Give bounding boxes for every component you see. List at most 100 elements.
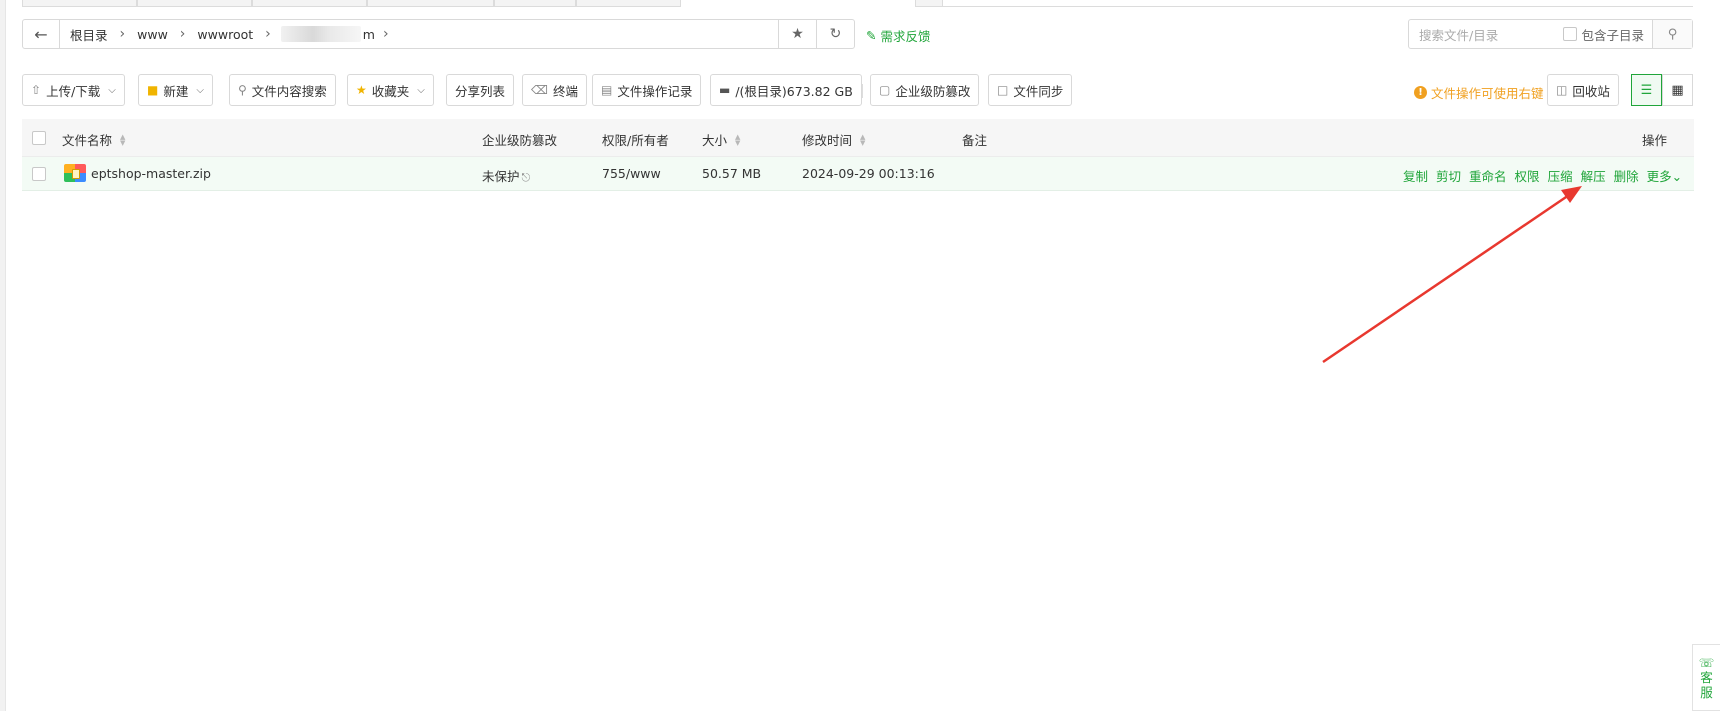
disk-icon: ▬ xyxy=(719,83,731,97)
extract-action[interactable]: 解压 xyxy=(1581,166,1606,185)
chevron-down-icon: ⌄ xyxy=(1671,169,1683,184)
favorites-label: 收藏夹 xyxy=(371,83,410,99)
headset-icon: ☏ xyxy=(1698,655,1715,670)
chevron-right-icon: › xyxy=(179,26,186,42)
recycle-bin-button[interactable]: ◫ 回收站 xyxy=(1547,74,1619,106)
file-table-header: 文件名称 ▲ ▼ 企业级防篡改 权限/所有者 大小 ▲ ▼ 修改时间 ▲ ▼ 备注 操… xyxy=(22,119,1694,157)
list-view-icon[interactable]: ☰ xyxy=(1631,74,1662,106)
share-list-button[interactable]: 分享列表 xyxy=(446,74,515,106)
select-all-checkbox[interactable] xyxy=(32,131,46,145)
terminal-button[interactable]: ⌫ 终端 xyxy=(522,74,587,106)
upload-download-button[interactable]: ⇧ 上传/下载 ⌵ xyxy=(22,74,125,106)
refresh-icon[interactable]: ↻ xyxy=(816,20,854,48)
tamper-protection-label: 企业级防篡改 xyxy=(895,83,971,99)
copy-action[interactable]: 复制 xyxy=(1403,166,1428,185)
search-icon[interactable]: ⚲ xyxy=(1652,20,1692,48)
unlock-icon: ⎋ xyxy=(521,171,531,184)
new-folder-icon: ■ xyxy=(147,83,159,97)
search-input[interactable]: 搜索文件/目录 xyxy=(1409,25,1563,44)
new-button[interactable]: ■ 新建 ⌵ xyxy=(138,74,213,106)
upload-icon: ⇧ xyxy=(31,83,42,97)
breadcrumb-item-www[interactable]: www xyxy=(133,27,172,42)
top-right-tab[interactable] xyxy=(915,0,943,7)
share-list-label: 分享列表 xyxy=(455,83,506,99)
top-tab[interactable] xyxy=(137,0,252,7)
column-size-label: 大小 xyxy=(702,133,728,148)
column-header-note: 备注 xyxy=(962,133,988,148)
zip-file-icon xyxy=(64,164,86,182)
chevron-down-icon: ⌵ xyxy=(196,84,204,96)
content-search-button[interactable]: ⚲ 文件内容搜索 xyxy=(229,74,336,106)
terminal-label: 终端 xyxy=(552,83,578,99)
sort-icon[interactable]: ▲ ▼ xyxy=(860,133,865,146)
more-label: 更多 xyxy=(1646,169,1672,184)
compress-action[interactable]: 压缩 xyxy=(1548,166,1573,185)
breadcrumb-item-root[interactable]: 根目录 xyxy=(66,25,112,44)
column-header-mtime[interactable]: 修改时间 ▲ ▼ xyxy=(802,130,865,149)
feedback-link[interactable]: ✎ 需求反馈 xyxy=(866,26,931,45)
file-permission[interactable]: 755/www xyxy=(602,166,661,181)
permission-action[interactable]: 权限 xyxy=(1515,166,1540,185)
chevron-right-icon: › xyxy=(265,26,271,42)
column-header-ops: 操作 xyxy=(1642,133,1668,148)
favorites-button[interactable]: ★ 收藏夹 ⌵ xyxy=(347,74,434,106)
redacted-folder-name[interactable] xyxy=(280,26,361,42)
search-icon: ⚲ xyxy=(238,83,247,97)
sort-icon[interactable]: ▲ ▼ xyxy=(120,133,125,146)
right-click-hint-label: 文件操作可使用右键 xyxy=(1431,86,1544,101)
file-op-log-button[interactable]: ▤ 文件操作记录 xyxy=(592,74,702,106)
sync-folder-icon: □ xyxy=(997,83,1009,97)
star-icon[interactable]: ★ xyxy=(778,20,816,48)
top-tab[interactable] xyxy=(367,0,494,7)
top-tab[interactable] xyxy=(494,0,576,7)
file-name[interactable]: eptshop-master.zip xyxy=(91,166,211,181)
column-header-permission: 权限/所有者 xyxy=(602,133,669,148)
disk-label: /(根目录)673.82 GB xyxy=(735,83,853,99)
file-mtime: 2024-09-29 00:13:16 xyxy=(802,166,935,181)
recycle-bin-label: 回收站 xyxy=(1572,83,1610,99)
right-click-hint: ! 文件操作可使用右键 xyxy=(1414,83,1544,102)
include-subdir-option[interactable]: 包含子目录 xyxy=(1563,25,1652,44)
table-row[interactable]: eptshop-master.zip 未保护 ⎋ 755/www 50.57 MB… xyxy=(22,157,1694,191)
breadcrumb-item-wwwroot[interactable]: wwwroot xyxy=(193,27,257,42)
column-header-tamper: 企业级防篡改 xyxy=(482,133,558,148)
address-bar: ← 根目录 › www › wwwroot › m › ★ ↻ xyxy=(22,19,855,49)
tamper-status[interactable]: 未保护 ⎋ xyxy=(482,166,530,185)
file-op-log-label: 文件操作记录 xyxy=(617,83,693,99)
back-arrow-icon[interactable]: ← xyxy=(23,20,60,48)
sort-icon[interactable]: ▲ ▼ xyxy=(735,133,740,146)
content-search-label: 文件内容搜索 xyxy=(251,83,327,99)
delete-action[interactable]: 删除 xyxy=(1614,166,1639,185)
top-tab[interactable] xyxy=(576,0,681,7)
trash-icon: ◫ xyxy=(1556,83,1568,97)
toolbar-divider xyxy=(862,84,863,98)
file-sync-label: 文件同步 xyxy=(1013,83,1064,99)
top-right-strip xyxy=(915,0,1693,7)
top-tab-strip xyxy=(22,0,762,7)
include-subdir-checkbox[interactable] xyxy=(1563,27,1578,41)
top-tab[interactable] xyxy=(252,0,367,7)
column-header-size[interactable]: 大小 ▲ ▼ xyxy=(702,130,740,149)
breadcrumb-item-tail[interactable]: m xyxy=(363,27,375,42)
more-action[interactable]: 更多⌄ xyxy=(1647,166,1683,185)
document-icon: ▤ xyxy=(601,83,613,97)
rename-action[interactable]: 重命名 xyxy=(1469,166,1507,185)
tamper-status-label: 未保护 xyxy=(482,169,520,184)
left-edge-border xyxy=(0,0,6,711)
disk-button[interactable]: ▬ /(根目录)673.82 GB xyxy=(710,74,862,106)
top-tab[interactable] xyxy=(22,0,137,7)
chevron-down-icon: ⌵ xyxy=(108,84,116,96)
grid-view-icon[interactable]: ▦ xyxy=(1662,74,1693,106)
cut-action[interactable]: 剪切 xyxy=(1436,166,1461,185)
tamper-protection-button[interactable]: ▢ 企业级防篡改 xyxy=(870,74,980,106)
annotation-arrow xyxy=(1322,186,1582,364)
row-checkbox[interactable] xyxy=(32,167,46,184)
file-sync-button[interactable]: □ 文件同步 xyxy=(988,74,1073,106)
column-header-name[interactable]: 文件名称 ▲ ▼ xyxy=(62,130,125,149)
new-label: 新建 xyxy=(163,83,189,99)
feedback-label: 需求反馈 xyxy=(880,29,931,44)
star-icon: ★ xyxy=(356,83,367,97)
customer-service-widget[interactable]: ☏ 客 服 xyxy=(1692,644,1720,711)
column-name-label: 文件名称 xyxy=(62,133,113,148)
chevron-right-icon: › xyxy=(119,26,126,42)
